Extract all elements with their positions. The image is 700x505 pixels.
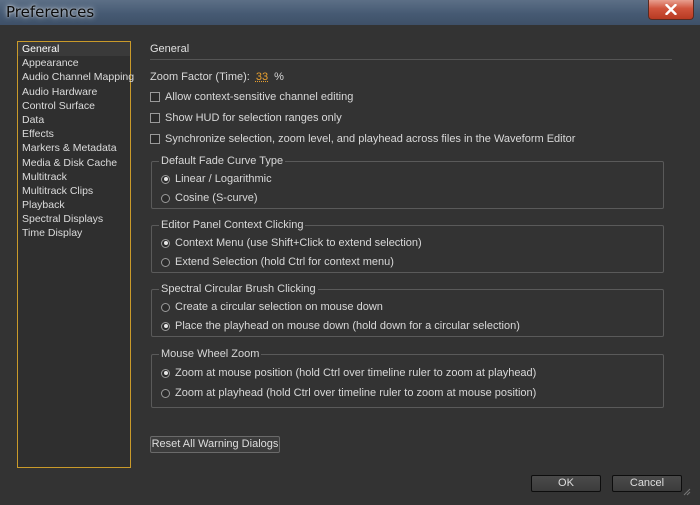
title-bar[interactable]: Preferences — [0, 0, 700, 25]
reset-warning-dialogs-button[interactable]: Reset All Warning Dialogs — [150, 436, 280, 453]
sidebar-item-media-disk-cache[interactable]: Media & Disk Cache — [18, 156, 130, 170]
radio-row-context-menu[interactable]: Context Menu (use Shift+Click to extend … — [161, 237, 422, 249]
radio-extend-selection[interactable] — [161, 257, 170, 267]
group-editor-panel-context-clicking: Editor Panel Context Clicking Context Me… — [151, 219, 664, 273]
checkbox-synchronize-selection[interactable] — [150, 134, 160, 144]
checkbox-label: Show HUD for selection ranges only — [165, 112, 342, 124]
radio-label: Zoom at playhead (hold Ctrl over timelin… — [175, 387, 537, 399]
radio-label: Extend Selection (hold Ctrl for context … — [175, 256, 394, 268]
group-title: Editor Panel Context Clicking — [159, 219, 306, 231]
radio-label: Context Menu (use Shift+Click to extend … — [175, 237, 422, 249]
radio-label: Place the playhead on mouse down (hold d… — [175, 320, 520, 332]
group-mouse-wheel-zoom: Mouse Wheel Zoom Zoom at mouse position … — [151, 348, 664, 408]
close-button[interactable] — [648, 0, 694, 20]
zoom-factor-row: Zoom Factor (Time): 33 % — [150, 71, 284, 83]
zoom-factor-unit: % — [274, 71, 284, 83]
sidebar-item-time-display[interactable]: Time Display — [18, 226, 130, 240]
checkbox-context-sensitive-editing[interactable] — [150, 92, 160, 102]
radio-row-cosine[interactable]: Cosine (S-curve) — [161, 192, 258, 204]
sidebar-item-multitrack[interactable]: Multitrack — [18, 170, 130, 184]
radio-circular-selection[interactable] — [161, 302, 170, 312]
radio-context-menu[interactable] — [161, 238, 170, 248]
sidebar-item-playback[interactable]: Playback — [18, 198, 130, 212]
group-title: Default Fade Curve Type — [159, 155, 286, 167]
checkbox-show-hud[interactable] — [150, 113, 160, 123]
page-title: General — [150, 43, 190, 55]
sidebar-item-effects[interactable]: Effects — [18, 127, 130, 141]
resize-grip-icon[interactable] — [681, 486, 691, 496]
sidebar-item-audio-channel-mapping[interactable]: Audio Channel Mapping — [18, 70, 134, 84]
radio-row-zoom-playhead[interactable]: Zoom at playhead (hold Ctrl over timelin… — [161, 387, 536, 399]
radio-row-zoom-mouse-position[interactable]: Zoom at mouse position (hold Ctrl over t… — [161, 367, 536, 379]
group-title: Mouse Wheel Zoom — [159, 348, 262, 360]
checkbox-row-synchronize[interactable]: Synchronize selection, zoom level, and p… — [150, 133, 575, 145]
sidebar-item-appearance[interactable]: Appearance — [18, 56, 130, 70]
radio-place-playhead[interactable] — [161, 321, 170, 331]
radio-label: Zoom at mouse position (hold Ctrl over t… — [175, 367, 537, 379]
zoom-factor-label: Zoom Factor (Time): — [150, 71, 250, 83]
checkbox-label: Allow context-sensitive channel editing — [165, 91, 354, 103]
sidebar-item-markers-metadata[interactable]: Markers & Metadata — [18, 141, 130, 155]
radio-label: Cosine (S-curve) — [175, 192, 258, 204]
sidebar-item-audio-hardware[interactable]: Audio Hardware — [18, 85, 130, 99]
sidebar-item-general[interactable]: General — [18, 42, 130, 57]
radio-cosine[interactable] — [161, 193, 170, 203]
ok-button[interactable]: OK — [531, 475, 601, 492]
radio-zoom-mouse-position[interactable] — [161, 368, 170, 378]
radio-linear-logarithmic[interactable] — [161, 174, 170, 184]
checkbox-label: Synchronize selection, zoom level, and p… — [165, 133, 576, 145]
radio-label: Linear / Logarithmic — [175, 173, 272, 185]
radio-zoom-playhead[interactable] — [161, 388, 170, 398]
window-title: Preferences — [6, 3, 95, 21]
general-settings-panel: General Zoom Factor (Time): 33 % Allow c… — [150, 41, 675, 461]
sidebar-item-multitrack-clips[interactable]: Multitrack Clips — [18, 184, 130, 198]
radio-row-circular-selection[interactable]: Create a circular selection on mouse dow… — [161, 301, 383, 313]
zoom-factor-value[interactable]: 33 — [254, 71, 270, 83]
sidebar-item-control-surface[interactable]: Control Surface — [18, 99, 130, 113]
checkbox-row-show-hud[interactable]: Show HUD for selection ranges only — [150, 112, 342, 124]
checkbox-row-context-sensitive[interactable]: Allow context-sensitive channel editing — [150, 91, 353, 103]
heading-divider — [150, 59, 672, 60]
group-spectral-circular-brush: Spectral Circular Brush Clicking Create … — [151, 283, 664, 337]
sidebar-item-data[interactable]: Data — [18, 113, 130, 127]
radio-label: Create a circular selection on mouse dow… — [175, 301, 383, 313]
group-title: Spectral Circular Brush Clicking — [159, 283, 318, 295]
radio-row-linear[interactable]: Linear / Logarithmic — [161, 173, 272, 185]
radio-row-extend-selection[interactable]: Extend Selection (hold Ctrl for context … — [161, 256, 394, 268]
radio-row-place-playhead[interactable]: Place the playhead on mouse down (hold d… — [161, 320, 520, 332]
cancel-button[interactable]: Cancel — [612, 475, 682, 492]
close-icon — [665, 4, 677, 15]
category-list[interactable]: General Appearance Audio Channel Mapping… — [17, 41, 134, 468]
group-default-fade-curve: Default Fade Curve Type Linear / Logarit… — [151, 155, 664, 209]
sidebar-item-spectral-displays[interactable]: Spectral Displays — [18, 212, 130, 226]
dialog-body: General Appearance Audio Channel Mapping… — [7, 25, 693, 498]
preferences-window: Preferences General Appearance Audio Cha… — [0, 0, 700, 505]
